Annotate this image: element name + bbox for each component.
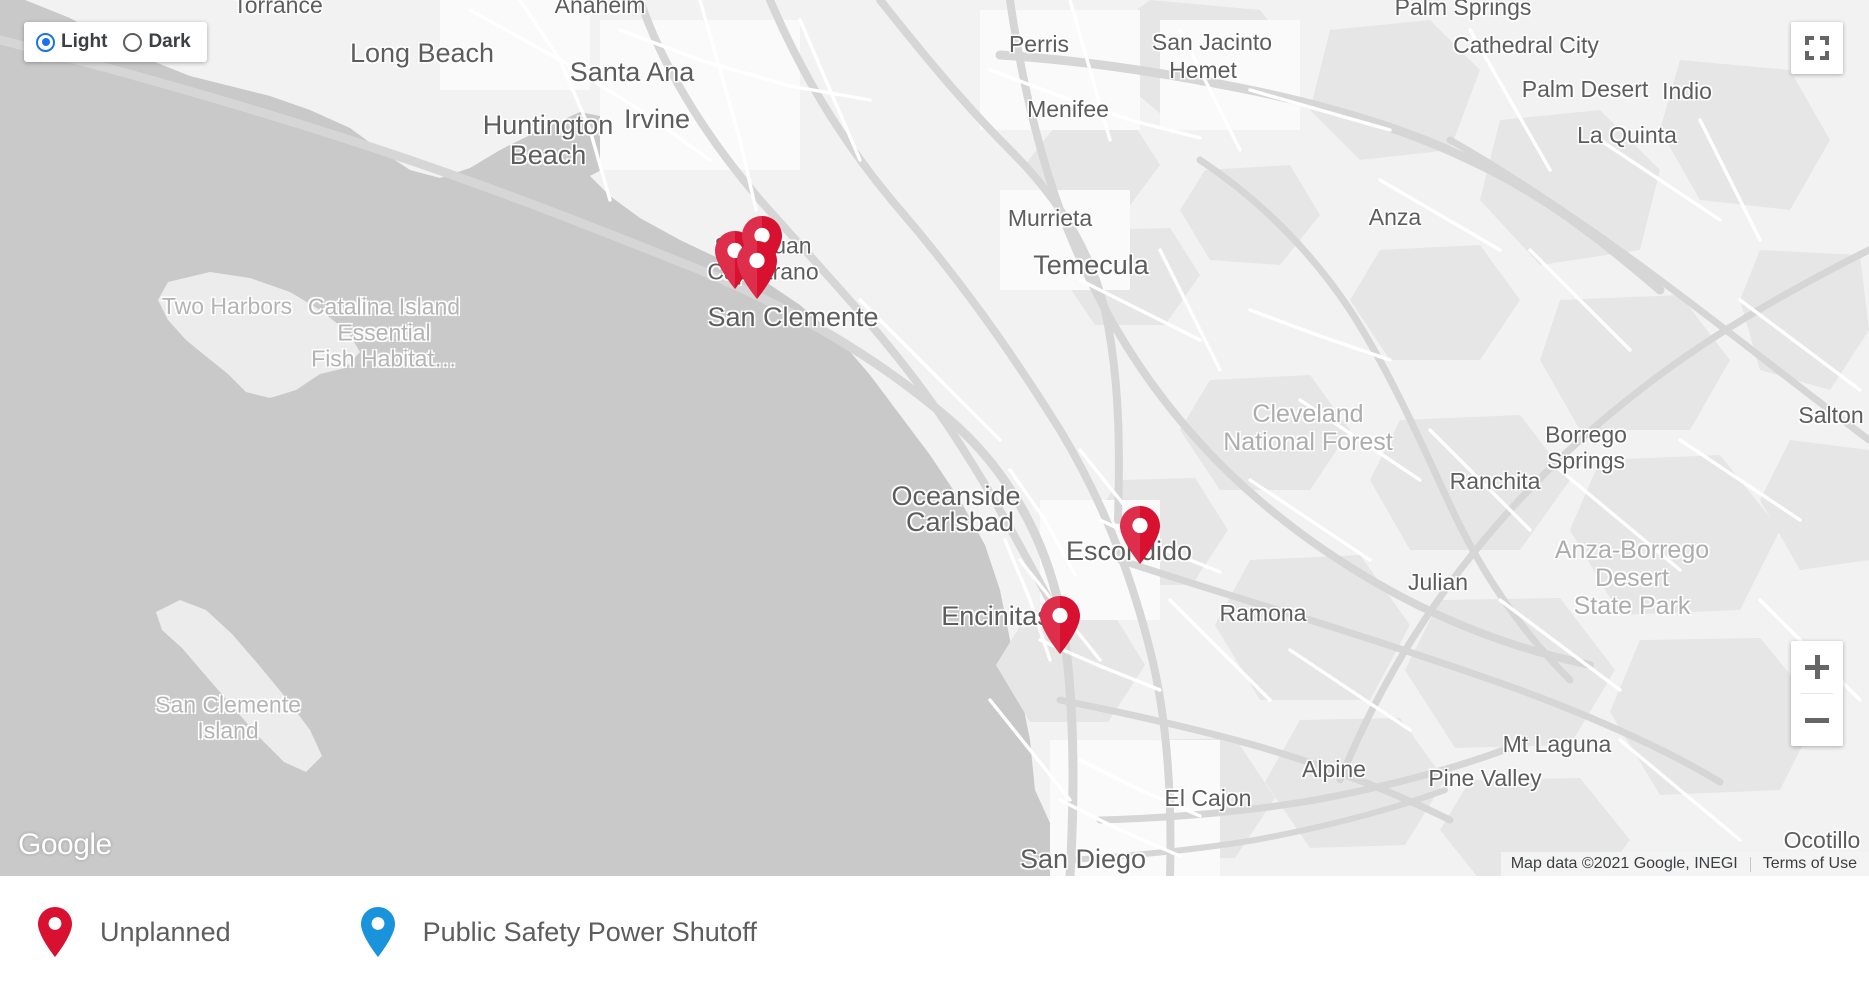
fullscreen-button[interactable]	[1791, 22, 1843, 74]
map-marker-pin-icon[interactable]	[1118, 505, 1162, 565]
map-pin-icon	[359, 906, 397, 958]
theme-option-light[interactable]: Light	[36, 31, 107, 53]
map-marker-pin-icon[interactable]	[735, 240, 779, 300]
radio-dark-icon[interactable]	[123, 32, 143, 52]
theme-option-dark[interactable]: Dark	[123, 31, 191, 53]
legend-label-psps: Public Safety Power Shutoff	[422, 916, 757, 947]
map-marker-pin-icon[interactable]	[1038, 595, 1082, 655]
minus-icon	[1805, 717, 1829, 723]
map-basemap	[0, 0, 1869, 876]
map-attribution: Map data ©2021 Google, INEGI Terms of Us…	[1500, 852, 1869, 876]
plus-icon-vertical	[1814, 655, 1820, 679]
terms-of-use-link[interactable]: Terms of Use	[1763, 855, 1857, 873]
legend-item-unplanned[interactable]: Unplanned	[36, 906, 231, 958]
attribution-divider	[1749, 856, 1751, 872]
attribution-text: Map data ©2021 Google, INEGI	[1510, 855, 1738, 872]
theme-option-light-label: Light	[61, 31, 108, 52]
zoom-controls[interactable]	[1791, 641, 1843, 746]
zoom-in-button[interactable]	[1791, 641, 1843, 693]
radio-light-icon[interactable]	[36, 32, 55, 52]
legend-item-psps[interactable]: Public Safety Power Shutoff	[359, 906, 757, 958]
legend-label-unplanned: Unplanned	[100, 916, 231, 947]
map-canvas[interactable]: Torrance Anaheim Palm Springs Perris San Jac…	[0, 0, 1869, 876]
outage-map-page: Torrance Anaheim Palm Springs Perris San Jac…	[0, 0, 1869, 988]
google-logo: Google	[18, 828, 112, 861]
fullscreen-icon	[1805, 36, 1829, 60]
theme-option-dark-label: Dark	[148, 31, 191, 52]
zoom-out-button[interactable]	[1791, 694, 1843, 746]
map-pin-icon	[36, 906, 74, 958]
map-theme-control[interactable]: Light Dark	[24, 22, 207, 62]
map-legend: Unplanned Public Safety Power Shutoff	[0, 876, 1869, 988]
